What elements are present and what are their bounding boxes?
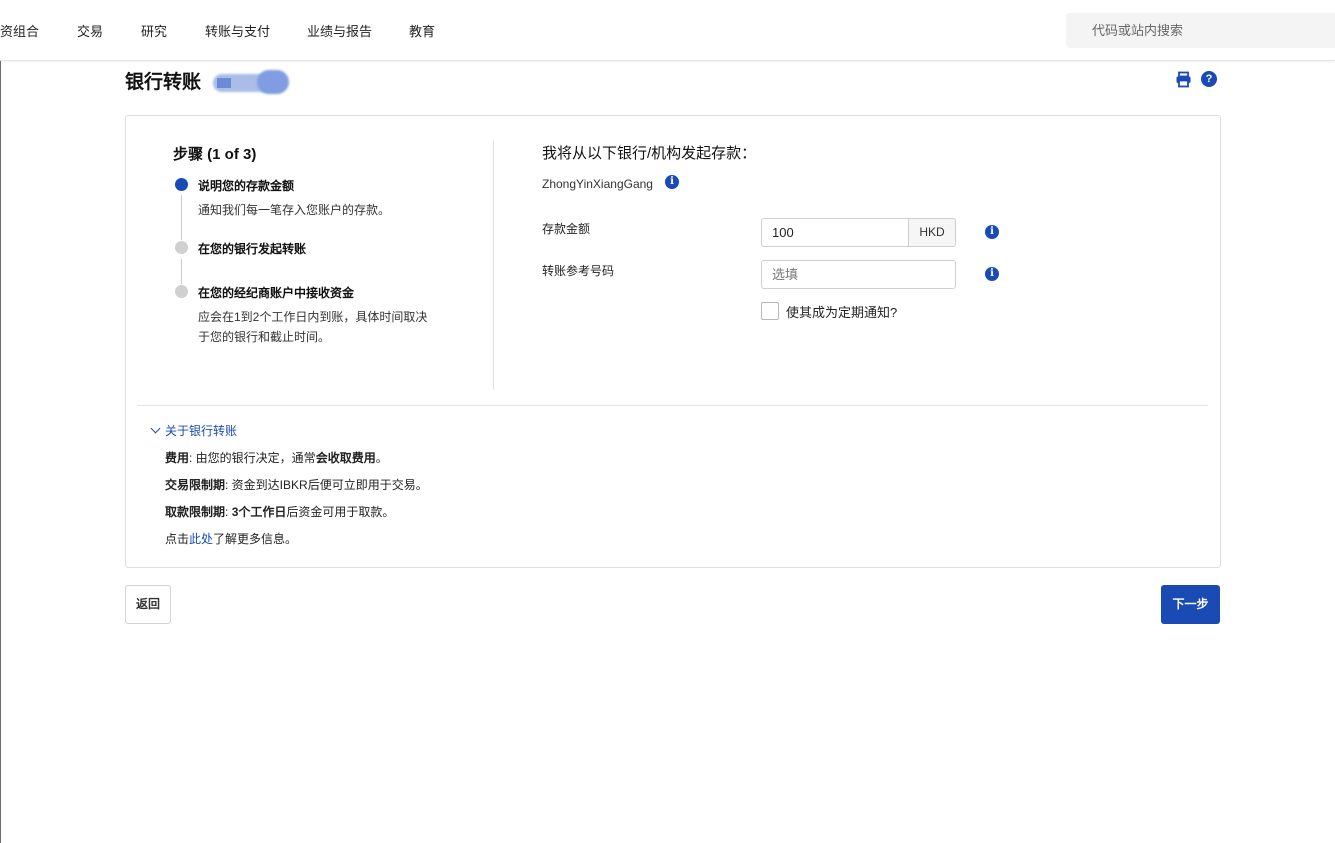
reference-info-icon[interactable]: i bbox=[985, 267, 999, 281]
step-3-label: 在您的经纪商账户中接收资金 bbox=[198, 286, 355, 300]
page-title: 银行转账 bbox=[125, 72, 202, 93]
withdraw-emphasis: 3个工作日 bbox=[231, 505, 287, 519]
recurring-label[interactable]: 使其成为定期通知? bbox=[786, 302, 897, 321]
chevron-down-icon bbox=[150, 423, 161, 434]
reference-field bbox=[761, 260, 956, 289]
step-1-description: 通知我们每一笔存入您账户的存款。 bbox=[198, 203, 391, 217]
fee-info: 费用: 由您的银行决定，通常会收取费用。 bbox=[165, 449, 388, 466]
learn-more-prefix: 点击 bbox=[165, 532, 190, 546]
fee-emphasis: 会收取费用 bbox=[315, 451, 376, 465]
amount-field bbox=[761, 218, 909, 247]
step-connector bbox=[181, 195, 182, 240]
learn-more-link[interactable]: 此处 bbox=[189, 532, 213, 546]
redacted-account-badge bbox=[213, 70, 289, 94]
fee-label: 费用 bbox=[165, 451, 190, 465]
reference-input[interactable] bbox=[762, 261, 955, 288]
nav-item-performance-reports[interactable]: 业绩与报告 bbox=[307, 21, 372, 40]
amount-info-icon[interactable]: i bbox=[985, 225, 999, 239]
withdraw-label: 取款限制期 bbox=[165, 505, 226, 519]
search-input[interactable] bbox=[1066, 13, 1335, 48]
site-search-box bbox=[1066, 13, 1335, 48]
learn-more-suffix: 了解更多信息。 bbox=[213, 532, 298, 546]
withdraw-text: : bbox=[225, 505, 232, 519]
bank-info-icon[interactable]: i bbox=[665, 175, 679, 189]
step-1-indicator bbox=[175, 178, 188, 191]
withdraw-restriction-info: 取款限制期: 3个工作日后资金可用于取款。 bbox=[165, 503, 394, 520]
withdraw-text-end: 后资金可用于取款。 bbox=[286, 505, 395, 519]
column-divider bbox=[493, 141, 494, 390]
step-3-indicator bbox=[175, 285, 188, 298]
print-icon[interactable] bbox=[1175, 71, 1192, 88]
trade-restriction-info: 交易限制期: 资金到达IBKR后便可立即用于交易。 bbox=[165, 476, 428, 493]
step-2-label: 在您的银行发起转账 bbox=[198, 242, 307, 256]
back-button[interactable]: 返回 bbox=[125, 585, 171, 624]
about-toggle-label: 关于银行转账 bbox=[165, 424, 238, 438]
section-divider bbox=[137, 405, 1208, 406]
deposit-source-title: 我将从以下银行/机构发起存款： bbox=[542, 145, 757, 162]
nav-item-portfolio[interactable]: 资组合 bbox=[0, 21, 39, 40]
steps-title: 步骤 (1 of 3) bbox=[173, 146, 257, 163]
nav-item-transfer-pay[interactable]: 转账与支付 bbox=[205, 21, 270, 40]
about-bank-transfer-toggle[interactable]: 关于银行转账 bbox=[150, 422, 237, 439]
learn-more-info: 点击此处了解更多信息。 bbox=[165, 530, 297, 547]
step-3-description: 应会在1到2个工作日内到账，具体时间取决于您的银行和截止时间。 bbox=[198, 310, 428, 344]
recurring-checkbox[interactable] bbox=[761, 302, 779, 320]
step-connector bbox=[181, 259, 182, 284]
trade-text: : 资金到达IBKR后便可立即用于交易。 bbox=[225, 478, 428, 492]
currency-label: HKD bbox=[908, 218, 956, 247]
trade-label: 交易限制期 bbox=[165, 478, 226, 492]
fee-text-end: 。 bbox=[375, 451, 388, 465]
next-button[interactable]: 下一步 bbox=[1161, 585, 1220, 624]
window-left-edge bbox=[0, 0, 1, 843]
help-icon[interactable]: ? bbox=[1201, 71, 1217, 87]
step-1-label: 说明您的存款金额 bbox=[198, 179, 295, 193]
bank-name: ZhongYinXiangGang bbox=[542, 177, 653, 191]
nav-item-research[interactable]: 研究 bbox=[141, 21, 167, 40]
step-2-indicator bbox=[175, 241, 188, 254]
nav-item-education[interactable]: 教育 bbox=[409, 21, 435, 40]
amount-label: 存款金额 bbox=[542, 222, 591, 236]
fee-text: : 由您的银行决定，通常 bbox=[189, 451, 316, 465]
reference-label: 转账参考号码 bbox=[542, 264, 615, 278]
amount-input[interactable] bbox=[762, 219, 908, 246]
top-navigation: 资组合 交易 研究 转账与支付 业绩与报告 教育 bbox=[0, 0, 1335, 61]
nav-item-trade[interactable]: 交易 bbox=[77, 21, 103, 40]
